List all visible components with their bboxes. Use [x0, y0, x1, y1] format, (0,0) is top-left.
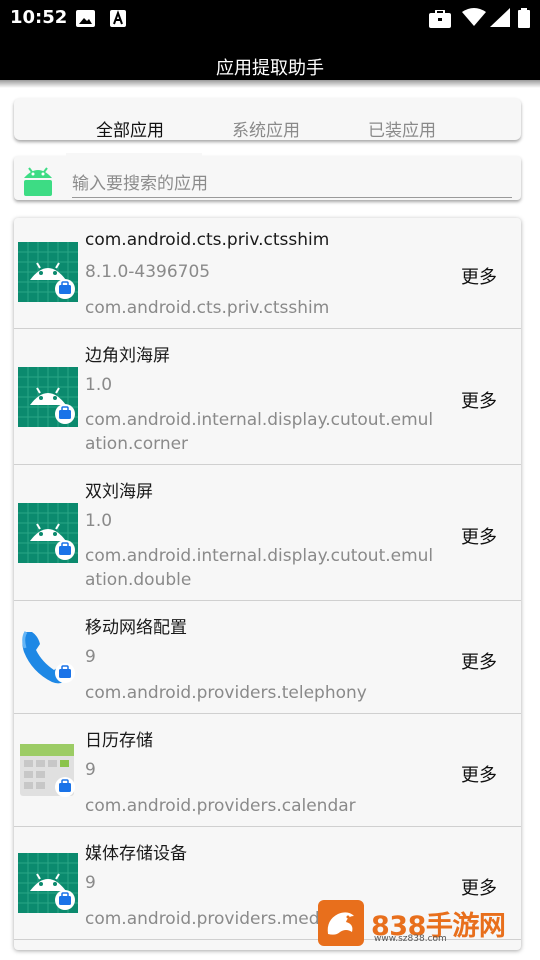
android-logo-icon — [20, 164, 56, 200]
search-bar — [14, 153, 521, 200]
app-package: com.android.cts.priv.ctsshim — [85, 298, 330, 318]
list-item[interactable]: 移动网络配置 9 com.android.providers.telephony… — [14, 601, 521, 714]
battery-icon — [518, 8, 530, 32]
android-icon — [18, 367, 78, 431]
app-name: 媒体存储设备 — [85, 844, 187, 864]
more-button[interactable]: 更多 — [461, 648, 497, 674]
app-list: com.android.cts.priv.ctsshim 8.1.0-43967… — [14, 218, 521, 950]
list-item[interactable]: 双刘海屏 1.0 com.android.internal.display.cu… — [14, 465, 521, 601]
briefcase-icon — [429, 9, 451, 32]
list-item[interactable]: 边角刘海屏 1.0 com.android.internal.display.c… — [14, 329, 521, 465]
app-name: 双刘海屏 — [85, 482, 153, 502]
search-input[interactable] — [72, 170, 512, 198]
more-button[interactable]: 更多 — [461, 387, 497, 413]
status-time: 10:52 — [10, 7, 68, 28]
tab-bar: 全部应用 系统应用 已装应用 — [14, 98, 521, 141]
app-name: com.android.cts.priv.ctsshim — [85, 230, 330, 250]
app-version: 9 — [85, 760, 96, 780]
app-version: 9 — [85, 647, 96, 667]
image-icon — [76, 10, 95, 31]
android-icon — [18, 853, 78, 917]
app-name: 移动网络配置 — [85, 618, 187, 638]
app-package: com.android.internal.display.cutout.emul… — [85, 546, 434, 590]
tab-all-apps[interactable]: 全部应用 — [96, 116, 164, 141]
app-bar: 应用提取助手 — [0, 36, 540, 80]
calendar-icon — [18, 740, 78, 804]
app-version: 8.1.0-4396705 — [85, 262, 211, 282]
app-package: com.android.providers.calendar — [85, 796, 356, 816]
app-version: 1.0 — [85, 511, 113, 531]
watermark: 838手游网 www.sz838.com — [318, 900, 518, 950]
tab-system-apps[interactable]: 系统应用 — [232, 116, 300, 141]
app-package: com.android.internal.display.cutout.emul… — [85, 410, 434, 454]
more-button[interactable]: 更多 — [461, 523, 497, 549]
more-button[interactable]: 更多 — [461, 761, 497, 787]
wifi-icon — [462, 8, 486, 30]
android-icon — [18, 242, 78, 306]
app-package: com.android.providers.telephony — [85, 683, 367, 703]
status-bar: 10:52 — [0, 0, 540, 36]
app-version: 9 — [85, 873, 96, 893]
app-name: 边角刘海屏 — [85, 346, 170, 366]
phone-icon — [18, 626, 78, 690]
list-item[interactable]: 日历存储 9 com.android.providers.calendar 更多 — [14, 714, 521, 827]
more-button[interactable]: 更多 — [461, 874, 497, 900]
signal-icon — [490, 8, 510, 31]
tab-indicator — [66, 153, 202, 156]
app-name: 日历存储 — [85, 731, 153, 751]
text-a-icon — [110, 10, 126, 31]
dragon-logo-icon — [318, 900, 364, 950]
tab-installed-apps[interactable]: 已装应用 — [368, 116, 436, 141]
app-bar-shadow — [0, 80, 540, 88]
list-item[interactable]: com.android.cts.priv.ctsshim 8.1.0-43967… — [14, 218, 521, 329]
app-title: 应用提取助手 — [216, 58, 324, 79]
android-icon — [18, 503, 78, 567]
watermark-url: www.sz838.com — [374, 934, 447, 944]
app-version: 1.0 — [85, 375, 113, 395]
more-button[interactable]: 更多 — [461, 263, 497, 289]
